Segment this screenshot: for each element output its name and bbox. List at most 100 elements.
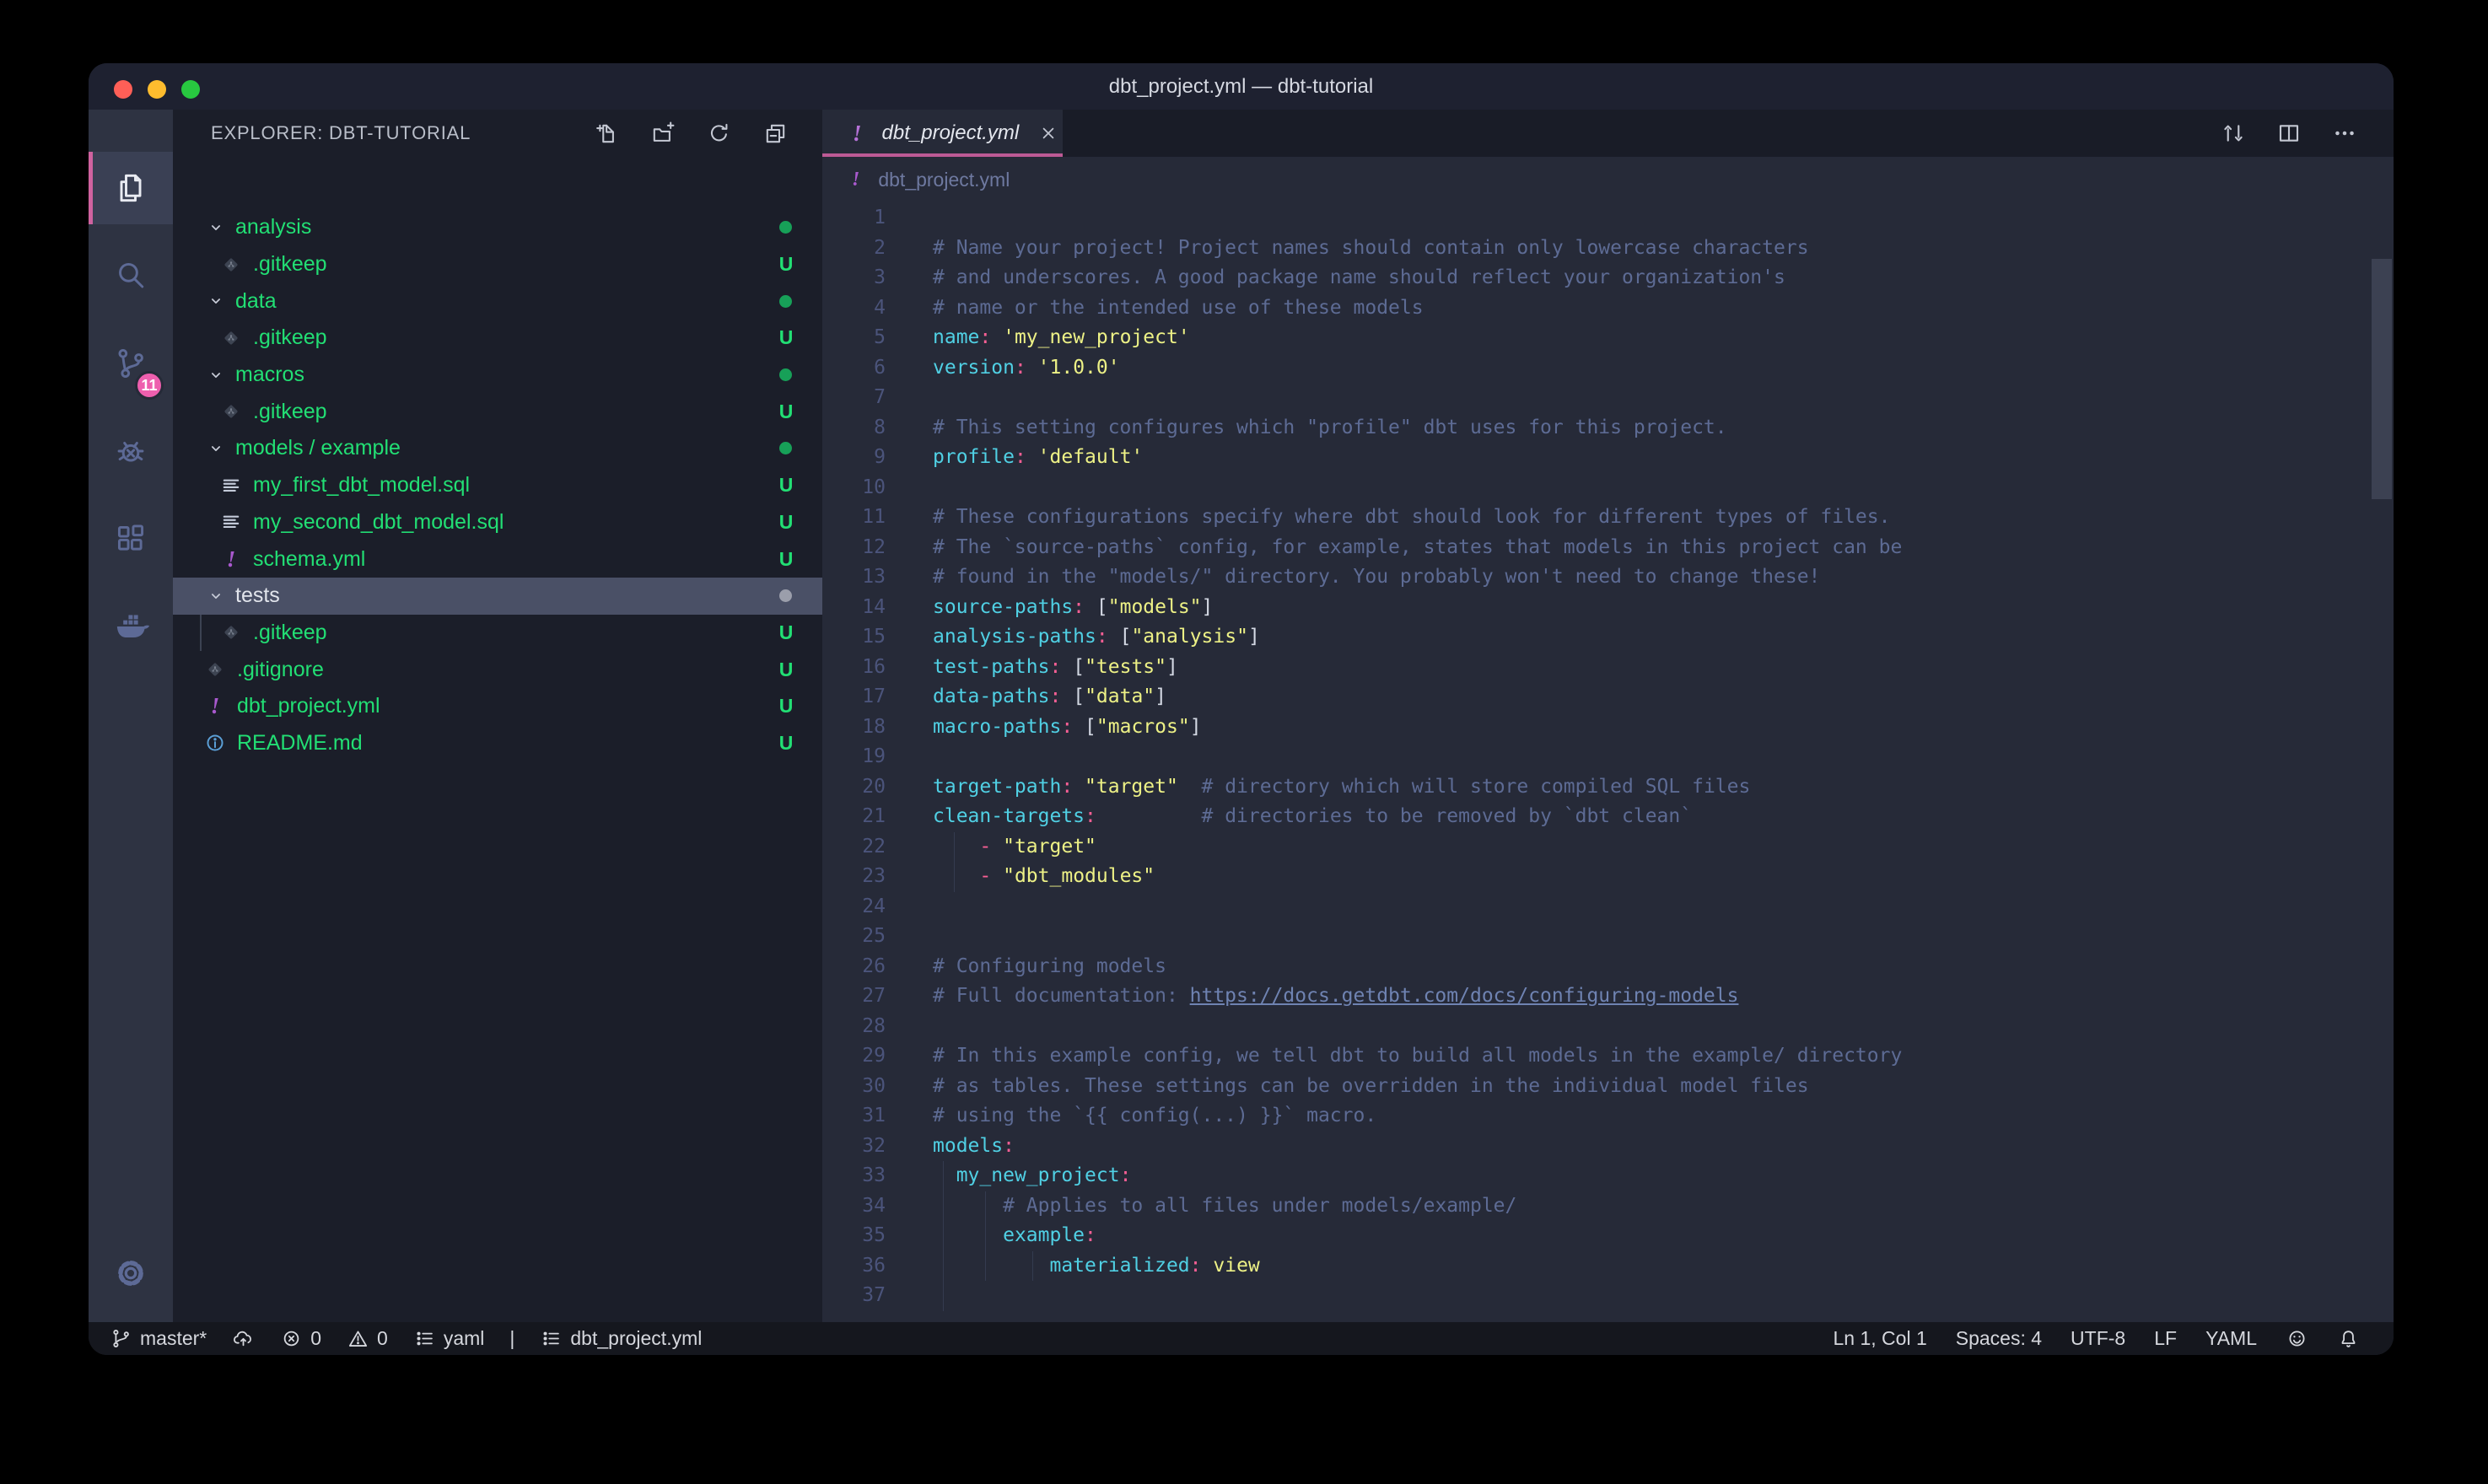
collapse-folders-icon[interactable] (762, 121, 789, 147)
tree-item-macros[interactable]: macros (173, 357, 822, 394)
new-file-icon[interactable] (593, 121, 619, 147)
code-line[interactable]: 6version: '1.0.0' (822, 353, 2205, 384)
code-line[interactable]: 7 (822, 383, 2205, 413)
activity-item-extensions[interactable] (89, 503, 173, 575)
status-git-branch[interactable]: master* (110, 1322, 207, 1355)
indent-guide (985, 1191, 986, 1222)
status-encoding[interactable]: UTF-8 (2071, 1322, 2125, 1355)
code-line[interactable]: 19 (822, 742, 2205, 772)
status-tweet-feedback[interactable] (2286, 1322, 2308, 1355)
activity-item-run-and-debug[interactable] (89, 415, 173, 487)
tree-item-my-second-dbt-model-sql[interactable]: my_second_dbt_model.sqlU (173, 504, 822, 541)
code-line[interactable]: 8# This setting configures which "profil… (822, 413, 2205, 444)
tab-dbt-project-yml[interactable]: ! dbt_project.yml (822, 110, 1063, 157)
gear-icon (112, 1255, 149, 1292)
code-line[interactable]: 37 (822, 1281, 2205, 1311)
status-publish-changes[interactable] (232, 1322, 255, 1355)
status-yaml-outline[interactable]: yaml (413, 1322, 485, 1355)
tree-item-data[interactable]: data (173, 282, 822, 320)
code-line[interactable]: 13# found in the "models/" directory. Yo… (822, 562, 2205, 593)
code-line[interactable]: 31# using the `{{ config(...) }}` macro. (822, 1101, 2205, 1132)
code-line[interactable]: 17data-paths: ["data"] (822, 682, 2205, 712)
tree-item-dbt-project-yml[interactable]: !dbt_project.ymlU (173, 688, 822, 725)
tree-item-label: my_second_dbt_model.sql (253, 510, 504, 535)
line-number: 36 (822, 1251, 886, 1282)
code-line[interactable]: 20target-path: "target" # directory whic… (822, 772, 2205, 803)
code-line[interactable]: 3# and underscores. A good package name … (822, 263, 2205, 293)
code-line[interactable]: 35 example: (822, 1221, 2205, 1251)
tree-item-tests[interactable]: tests (173, 578, 822, 615)
code-line[interactable]: 2# Name your project! Project names shou… (822, 234, 2205, 264)
tree-item-models-example[interactable]: models / example (173, 430, 822, 467)
code-line[interactable]: 21clean-targets: # directories to be rem… (822, 802, 2205, 832)
open-changes-icon[interactable] (2220, 120, 2247, 147)
tweet-feedback-icon (2286, 1327, 2308, 1350)
status-warnings[interactable]: 0 (347, 1322, 388, 1355)
activity-item-search[interactable] (89, 239, 173, 312)
status-language-mode[interactable]: YAML (2205, 1322, 2257, 1355)
chevron-down-icon (205, 438, 227, 460)
code-line[interactable]: 36 materialized: view (822, 1251, 2205, 1282)
status-errors[interactable]: 0 (280, 1322, 321, 1355)
code-line[interactable]: 18macro-paths: ["macros"] (822, 712, 2205, 743)
title-bar[interactable]: dbt_project.yml — dbt-tutorial (89, 63, 2394, 110)
code-line[interactable]: 10 (822, 473, 2205, 503)
tree-item-readme-md[interactable]: README.md U (173, 725, 822, 762)
editor-scrollbar-thumb[interactable] (2372, 259, 2392, 499)
git-untracked-badge: U (775, 732, 797, 755)
code-line[interactable]: 16test-paths: ["tests"] (822, 653, 2205, 683)
tree-item--gitkeep[interactable]: .gitkeepU (173, 615, 822, 652)
code-line[interactable]: 25 (822, 922, 2205, 952)
more-actions-icon[interactable] (2331, 120, 2358, 147)
code-line[interactable]: 9profile: 'default' (822, 443, 2205, 473)
tree-item--gitkeep[interactable]: .gitkeepU (173, 320, 822, 357)
breadcrumb[interactable]: ! dbt_project.yml (822, 157, 2394, 203)
activity-item-docker[interactable] (89, 590, 173, 663)
git-untracked-badge: U (775, 401, 797, 423)
tree-item--gitkeep[interactable]: .gitkeepU (173, 393, 822, 430)
new-folder-icon[interactable] (649, 121, 676, 147)
split-editor-icon[interactable] (2275, 120, 2302, 147)
code-line[interactable]: 11# These configurations specify where d… (822, 503, 2205, 533)
line-number: 27 (822, 981, 886, 1012)
status-eol[interactable]: LF (2154, 1322, 2177, 1355)
tree-item-my-first-dbt-model-sql[interactable]: my_first_dbt_model.sqlU (173, 467, 822, 504)
line-number: 21 (822, 802, 886, 832)
code-line[interactable]: 22 - "target" (822, 832, 2205, 863)
code-line[interactable]: 14source-paths: ["models"] (822, 593, 2205, 623)
code-editor[interactable]: 12# Name your project! Project names sho… (822, 203, 2394, 1322)
code-line[interactable]: 28 (822, 1012, 2205, 1042)
code-line[interactable]: 30# as tables. These settings can be ove… (822, 1072, 2205, 1102)
code-line[interactable]: 4# name or the intended use of these mod… (822, 293, 2205, 324)
tree-item-schema-yml[interactable]: !schema.ymlU (173, 540, 822, 578)
close-tab-icon[interactable] (1037, 122, 1059, 144)
code-line[interactable]: 1 (822, 203, 2205, 234)
tree-item-label: analysis (235, 215, 311, 239)
code-line[interactable]: 34 # Applies to all files under models/e… (822, 1191, 2205, 1222)
status-indentation[interactable]: Spaces: 4 (1956, 1322, 2042, 1355)
code-line[interactable]: 32models: (822, 1132, 2205, 1162)
refresh-explorer-icon[interactable] (706, 121, 732, 147)
tree-item--gitkeep[interactable]: .gitkeepU (173, 246, 822, 283)
code-line[interactable]: 5name: 'my_new_project' (822, 323, 2205, 353)
status-cursor-position[interactable]: Ln 1, Col 1 (1834, 1322, 1927, 1355)
git-untracked-badge: U (775, 474, 797, 497)
tree-item--gitignore[interactable]: .gitignoreU (173, 651, 822, 688)
code-line[interactable]: 24 (822, 892, 2205, 922)
activity-item-explorer[interactable] (89, 152, 173, 224)
tree-item-label: README.md (237, 731, 363, 755)
breadcrumb-file[interactable]: dbt_project.yml (878, 169, 1010, 191)
code-line[interactable]: 26# Configuring models (822, 952, 2205, 982)
code-line[interactable]: 12# The `source-paths` config, for examp… (822, 533, 2205, 563)
tree-item-analysis[interactable]: analysis (173, 209, 822, 246)
tree-item-label: macros (235, 363, 304, 387)
code-line[interactable]: 29# In this example config, we tell dbt … (822, 1041, 2205, 1072)
yaml-outline-icon (413, 1327, 436, 1350)
code-line[interactable]: 23 - "dbt_modules" (822, 862, 2205, 892)
activity-item-settings[interactable] (89, 1237, 173, 1309)
code-line[interactable]: 33 my_new_project: (822, 1161, 2205, 1191)
status-notifications[interactable] (2337, 1322, 2360, 1355)
status-active-file-outline[interactable]: dbt_project.yml (540, 1322, 702, 1355)
code-line[interactable]: 15analysis-paths: ["analysis"] (822, 622, 2205, 653)
code-line[interactable]: 27# Full documentation: https://docs.get… (822, 981, 2205, 1012)
